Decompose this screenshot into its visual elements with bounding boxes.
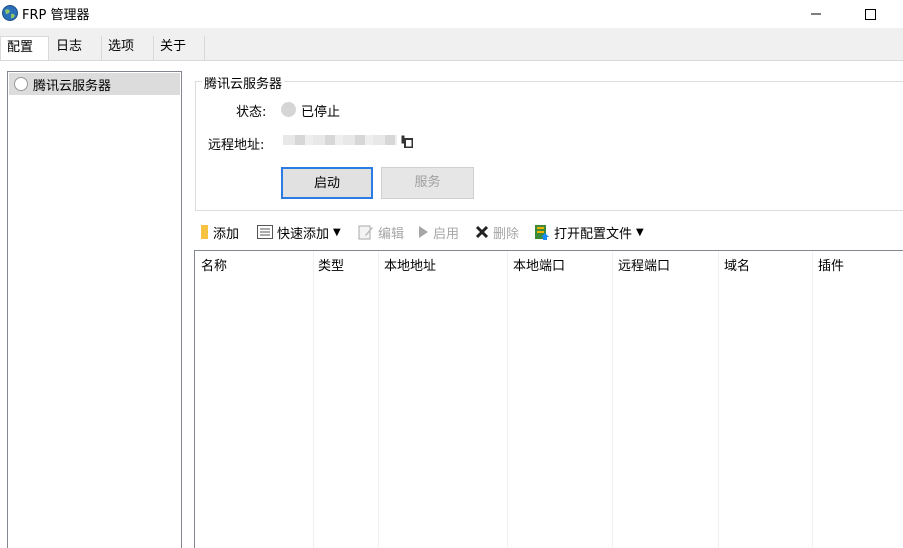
- column-divider: [378, 251, 379, 548]
- chevron-down-icon: ▼: [636, 226, 644, 238]
- tab-config[interactable]: 配置: [0, 36, 49, 61]
- list-icon: [257, 225, 273, 239]
- minimize-icon: [811, 13, 821, 15]
- config-tab-page: 腾讯云服务器 腾讯云服务器 状态: 已停止 远程地址: 启动 服务 添加 快速添…: [0, 60, 903, 548]
- status-value: 已停止: [301, 105, 341, 120]
- quick-add-label: 快速添加: [277, 226, 330, 242]
- column-header-local-address[interactable]: 本地地址: [384, 255, 436, 274]
- column-header-local-port[interactable]: 本地端口: [513, 255, 565, 274]
- column-divider: [718, 251, 719, 548]
- open-config-button[interactable]: 打开配置文件 ▼: [534, 221, 644, 243]
- delete-label: 删除: [493, 226, 520, 242]
- group-title: 腾讯云服务器: [202, 73, 285, 92]
- chevron-down-icon: ▼: [333, 226, 341, 238]
- config-list-item[interactable]: 腾讯云服务器: [9, 73, 180, 95]
- delete-x-icon: [475, 225, 489, 239]
- tab-options[interactable]: 选项: [102, 36, 154, 60]
- remote-address-redacted: [283, 135, 397, 145]
- copy-icon[interactable]: [401, 135, 413, 148]
- enable-button[interactable]: 启用: [417, 221, 459, 243]
- column-header-plugin[interactable]: 插件: [818, 255, 844, 274]
- tab-about[interactable]: 关于: [154, 36, 205, 60]
- service-button[interactable]: 服务: [381, 167, 474, 199]
- folder-icon: [201, 225, 208, 239]
- status-label: 状态:: [236, 105, 267, 120]
- open-config-label: 打开配置文件: [554, 226, 633, 242]
- delete-button[interactable]: 删除: [475, 221, 519, 243]
- quick-add-button[interactable]: 快速添加 ▼: [257, 221, 341, 243]
- proxy-toolbar: 添加 快速添加 ▼ 编辑 启用 删除 打开配置文件 ▼: [195, 221, 903, 243]
- edit-icon: [358, 225, 373, 240]
- column-header-name[interactable]: 名称: [201, 255, 227, 274]
- tab-log[interactable]: 日志: [50, 36, 102, 60]
- minimize-button[interactable]: [793, 0, 839, 28]
- tab-strip: 配置 日志 选项 关于: [0, 36, 903, 61]
- title-bar: FRP 管理器: [0, 0, 903, 28]
- proxy-table[interactable]: 名称 类型 本地地址 本地端口 远程端口 域名 插件: [194, 250, 903, 548]
- edit-label: 编辑: [378, 226, 405, 242]
- column-divider: [812, 251, 813, 548]
- globe-app-icon: [2, 5, 18, 21]
- status-dot-icon: [281, 102, 296, 117]
- maximize-icon: [864, 8, 876, 20]
- play-icon: [419, 226, 428, 238]
- edit-button[interactable]: 编辑: [358, 221, 404, 243]
- add-button[interactable]: 添加: [201, 221, 239, 243]
- status-radio-icon: [14, 77, 28, 91]
- add-label: 添加: [213, 226, 240, 242]
- column-divider: [612, 251, 613, 548]
- start-button[interactable]: 启动: [281, 167, 373, 199]
- config-list[interactable]: 腾讯云服务器: [7, 71, 182, 548]
- enable-label: 启用: [433, 226, 460, 242]
- spreadsheet-icon: [535, 224, 549, 240]
- config-list-item-label: 腾讯云服务器: [33, 79, 112, 94]
- remote-address-label: 远程地址:: [208, 138, 265, 153]
- column-divider: [507, 251, 508, 548]
- window-title: FRP 管理器: [22, 8, 90, 23]
- column-header-domain[interactable]: 域名: [724, 255, 750, 274]
- column-divider: [313, 251, 314, 548]
- column-header-remote-port[interactable]: 远程端口: [618, 255, 670, 274]
- column-header-type[interactable]: 类型: [318, 255, 344, 274]
- maximize-button[interactable]: [847, 0, 893, 28]
